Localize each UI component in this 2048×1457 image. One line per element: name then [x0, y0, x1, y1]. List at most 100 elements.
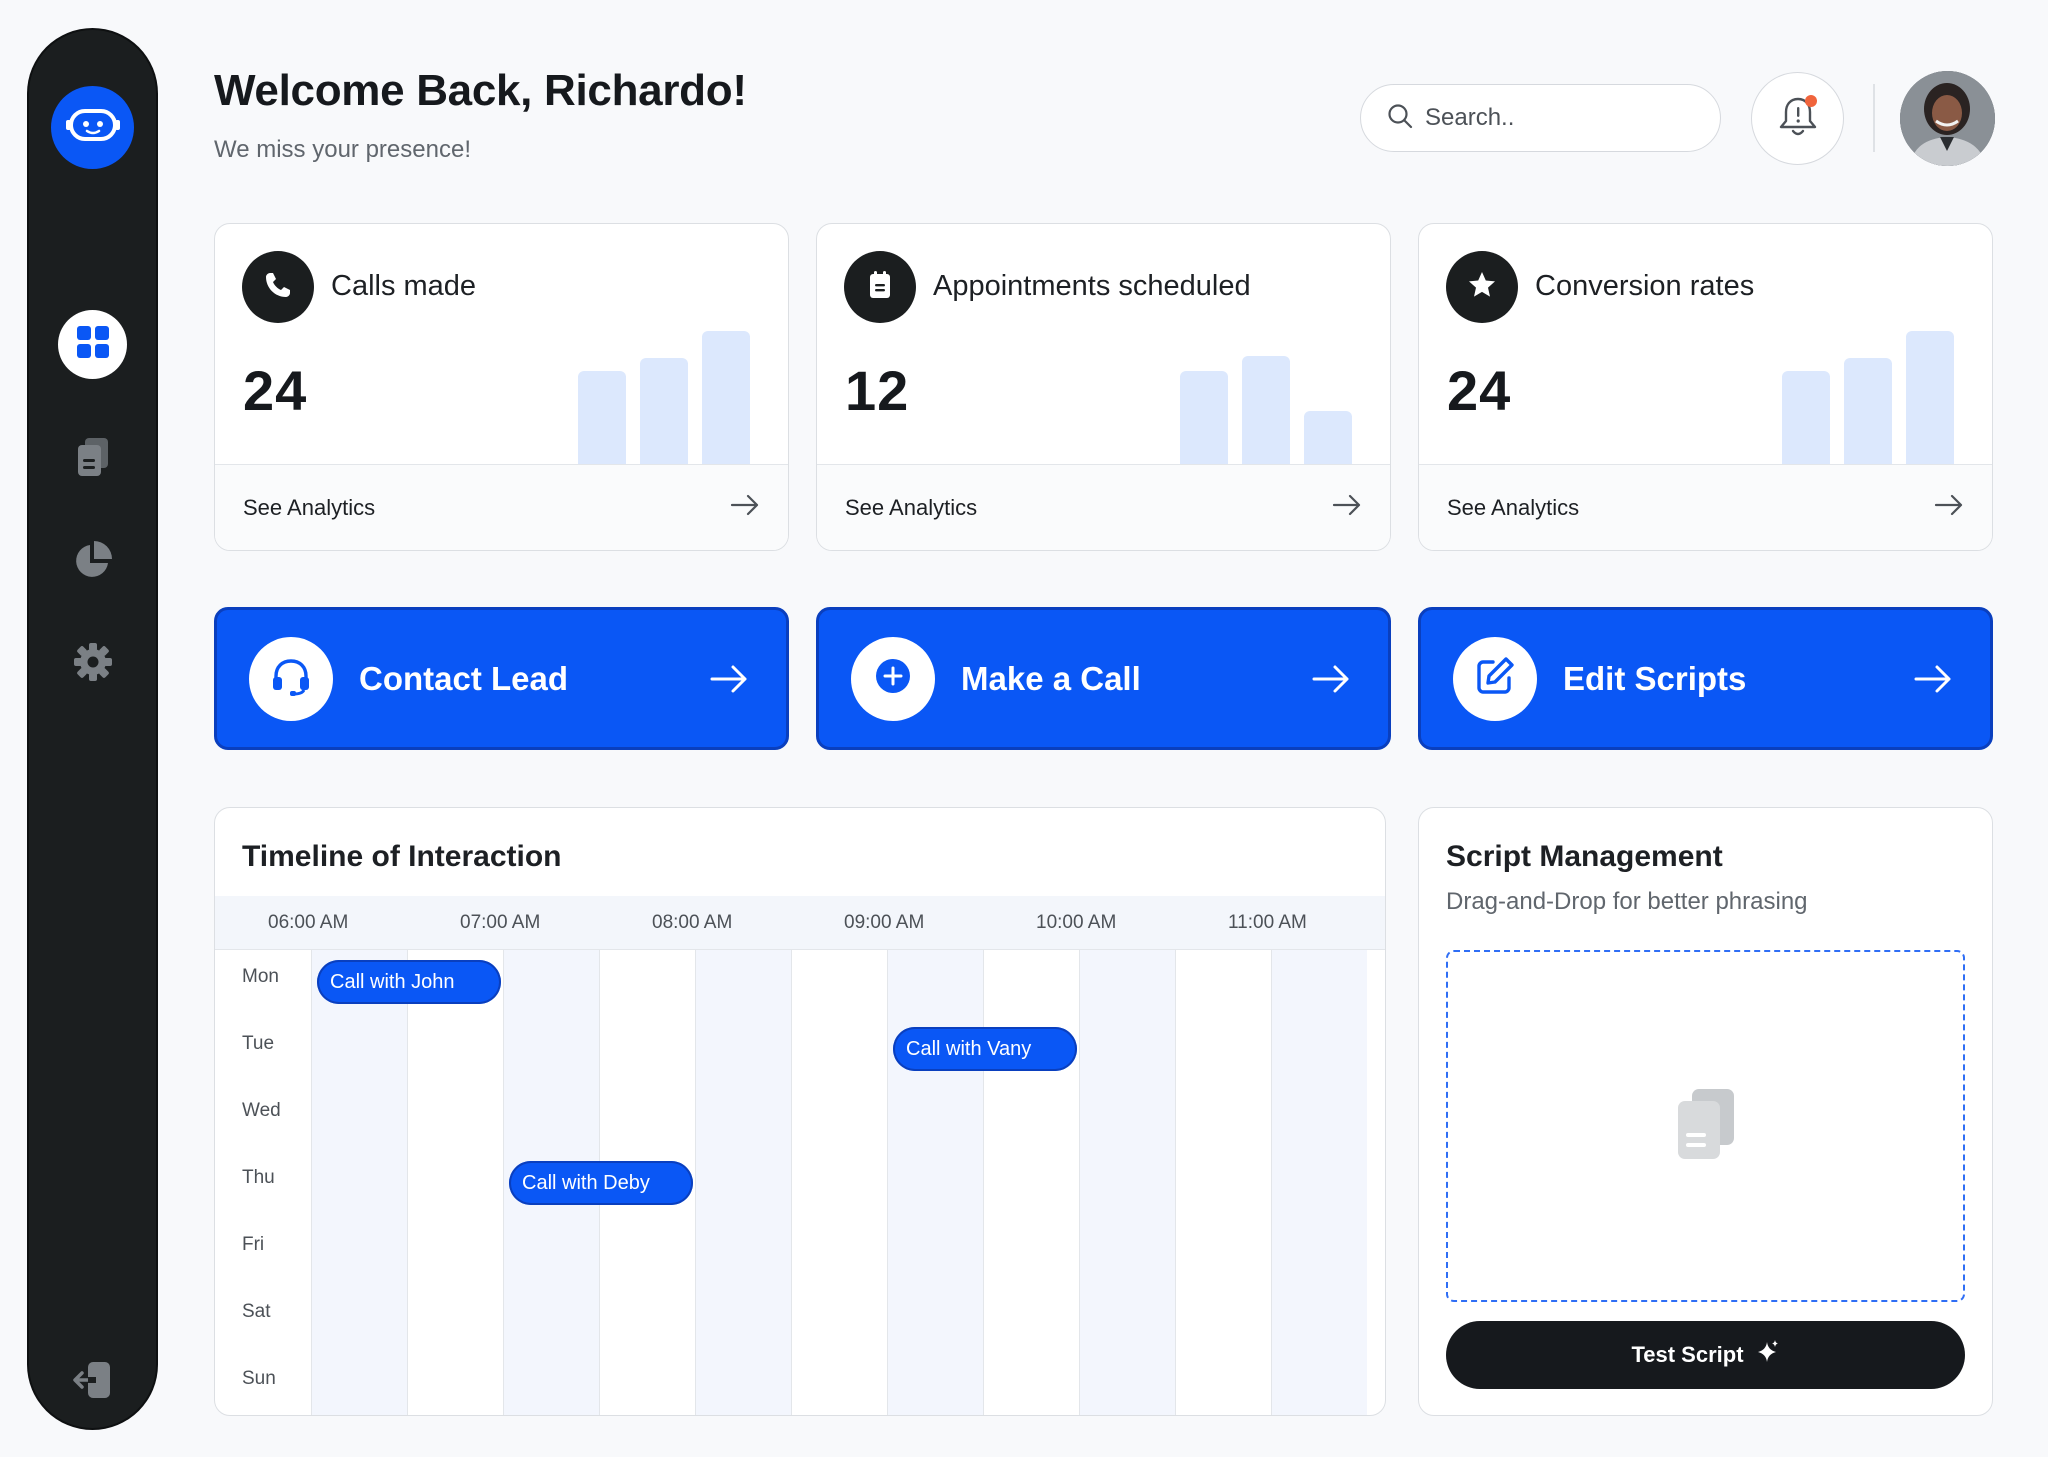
- avatar[interactable]: [1900, 71, 1995, 166]
- search-bar[interactable]: [1360, 84, 1721, 152]
- stat-mini-chart: [578, 331, 750, 467]
- timeline-hour-label: 10:00 AM: [1036, 912, 1117, 933]
- stat-mini-chart: [1180, 331, 1352, 467]
- bot-logo[interactable]: [51, 86, 134, 169]
- phone-icon: [263, 270, 293, 305]
- document-icon: [1674, 1087, 1738, 1166]
- stat-bar: [1906, 331, 1954, 467]
- plus-circle-icon: [875, 658, 911, 699]
- notepad-icon: [867, 270, 893, 305]
- sidebar-item-dashboard[interactable]: [58, 310, 127, 379]
- page-title: Welcome Back, Richardo!: [214, 66, 747, 115]
- stat-bar: [640, 358, 688, 467]
- test-script-label: Test Script: [1631, 1342, 1744, 1367]
- stat-label: Appointments scheduled: [933, 270, 1251, 302]
- avatar-photo: [1900, 71, 1995, 166]
- sparkle-icon: [1754, 1339, 1780, 1371]
- stat-value: 24: [243, 359, 308, 422]
- notifications-button[interactable]: [1751, 72, 1844, 165]
- timeline-hour-label: 06:00 AM: [268, 912, 349, 933]
- script-management-title: Script Management: [1446, 840, 1723, 873]
- stat-value: 24: [1447, 359, 1512, 422]
- stat-value: 12: [845, 359, 910, 422]
- grid-icon: [76, 325, 110, 364]
- timeline-day-label: Tue: [242, 1033, 275, 1054]
- timeline-column: [407, 950, 503, 1415]
- test-script-button[interactable]: Test Script: [1446, 1321, 1965, 1389]
- sidebar: [29, 30, 156, 1428]
- timeline-day-label: Sun: [242, 1368, 276, 1389]
- timeline-day-label: Mon: [242, 966, 279, 987]
- timeline-event[interactable]: Call with John: [317, 960, 501, 1004]
- timeline-column: [887, 950, 983, 1415]
- search-icon: [1387, 103, 1413, 134]
- script-dropzone[interactable]: [1446, 950, 1965, 1302]
- timeline-hour-label: 08:00 AM: [652, 912, 733, 933]
- arrow-right-icon: [1934, 493, 1964, 523]
- stat-bar: [702, 331, 750, 467]
- see-analytics-link[interactable]: See Analytics: [817, 464, 1390, 550]
- make-a-call-button[interactable]: Make a Call: [816, 607, 1391, 750]
- timeline-event[interactable]: Call with Deby: [509, 1161, 693, 1205]
- stat-bar: [1782, 371, 1830, 467]
- timeline-column: [1175, 950, 1271, 1415]
- timeline-panel: Timeline of Interaction 06:00 AM 07:00 AM…: [214, 807, 1386, 1416]
- stat-label: Calls made: [331, 270, 477, 302]
- stat-bar: [1304, 411, 1352, 467]
- star-icon: [1467, 270, 1497, 305]
- arrow-right-icon: [710, 664, 748, 694]
- edit-icon: [1475, 656, 1515, 701]
- script-management-subtitle: Drag-and-Drop for better phrasing: [1446, 888, 1808, 915]
- see-analytics-label: See Analytics: [1447, 494, 1580, 520]
- timeline-column: [791, 950, 887, 1415]
- see-analytics-label: See Analytics: [845, 494, 978, 520]
- stat-card-conversion: Conversion rates 24 See Analytics: [1418, 223, 1993, 551]
- timeline-day-label: Sat: [242, 1301, 271, 1322]
- script-management-panel: Script Management Drag-and-Drop for bett…: [1418, 807, 1993, 1416]
- stat-card-appointments: Appointments scheduled 12 See Analytics: [816, 223, 1391, 551]
- timeline-grid: Call with John Call with Vany Call with De…: [311, 950, 1385, 1415]
- stat-label: Conversion rates: [1535, 270, 1755, 302]
- edit-scripts-button[interactable]: Edit Scripts: [1418, 607, 1993, 750]
- stat-bar: [1180, 371, 1228, 467]
- timeline-hour-label: 09:00 AM: [844, 912, 925, 933]
- logout-icon: [72, 1360, 114, 1405]
- edit-scripts-label: Edit Scripts: [1563, 659, 1747, 697]
- timeline-hour-label: 07:00 AM: [460, 912, 541, 933]
- contact-lead-button[interactable]: Contact Lead: [214, 607, 789, 750]
- sidebar-item-settings[interactable]: [58, 630, 127, 699]
- search-input[interactable]: [1425, 104, 1705, 132]
- stat-mini-chart: [1782, 331, 1954, 467]
- arrow-right-icon: [1312, 664, 1350, 694]
- document-icon: [76, 437, 110, 482]
- robot-icon: [65, 105, 121, 150]
- see-analytics-label: See Analytics: [243, 494, 376, 520]
- timeline-day-label: Thu: [242, 1167, 275, 1188]
- make-a-call-label: Make a Call: [961, 659, 1141, 697]
- sidebar-item-documents[interactable]: [58, 425, 127, 494]
- timeline-event[interactable]: Call with Vany: [893, 1027, 1077, 1071]
- arrow-right-icon: [730, 493, 760, 523]
- timeline-title: Timeline of Interaction: [242, 840, 562, 873]
- timeline-hour-label: 11:00 AM: [1228, 912, 1307, 933]
- sidebar-item-analytics[interactable]: [58, 528, 127, 597]
- timeline-column: [1271, 950, 1367, 1415]
- contact-lead-label: Contact Lead: [359, 659, 569, 697]
- timeline-day-label: Wed: [242, 1100, 281, 1121]
- logout-button[interactable]: [58, 1348, 127, 1417]
- headset-icon: [270, 655, 312, 702]
- timeline-day-label: Fri: [242, 1234, 265, 1255]
- arrow-right-icon: [1332, 493, 1362, 523]
- timeline-column: [1079, 950, 1175, 1415]
- arrow-right-icon: [1914, 664, 1952, 694]
- timeline-hour-header: 06:00 AM 07:00 AM 08:00 AM 09:00 AM 10:00 AM…: [215, 896, 1385, 950]
- see-analytics-link[interactable]: See Analytics: [1419, 464, 1992, 550]
- page-subtitle: We miss your presence!: [214, 136, 471, 163]
- stat-card-calls: Calls made 24 See Analytics: [214, 223, 789, 551]
- stat-bar: [578, 371, 626, 467]
- stat-bar: [1844, 358, 1892, 467]
- timeline-column: [311, 950, 407, 1415]
- see-analytics-link[interactable]: See Analytics: [215, 464, 788, 550]
- pie-chart-icon: [73, 540, 113, 585]
- bell-icon: [1776, 93, 1820, 144]
